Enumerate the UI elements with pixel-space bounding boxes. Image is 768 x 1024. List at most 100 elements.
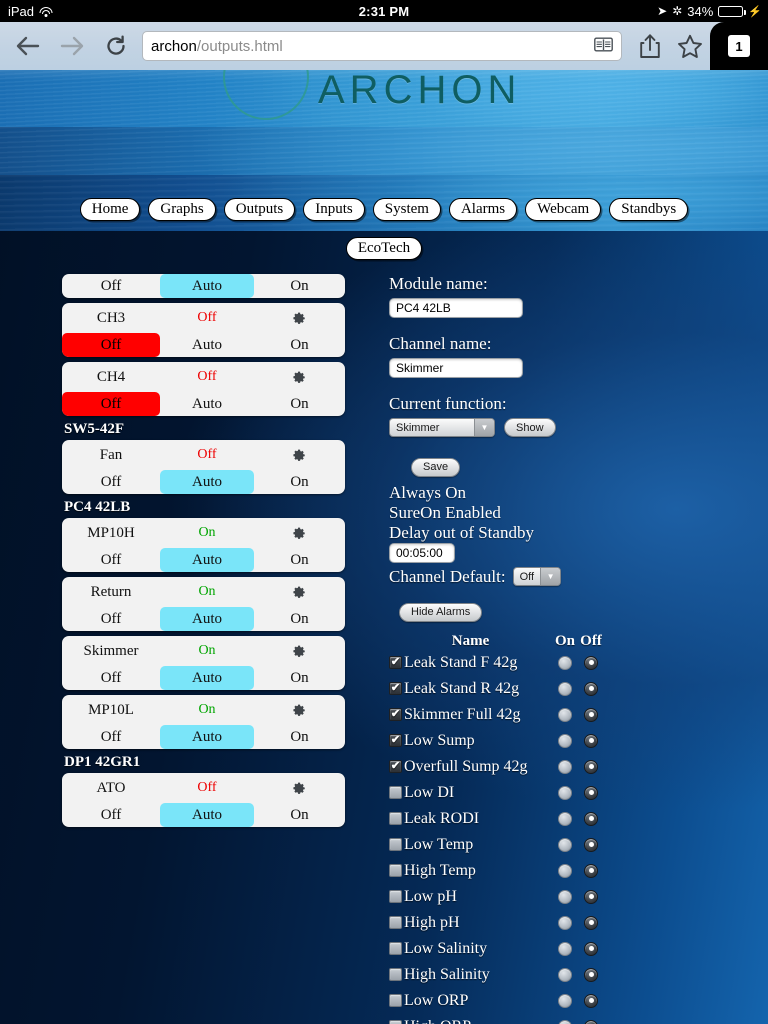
alarm-off-radio[interactable] bbox=[584, 1019, 598, 1024]
nav-graphs[interactable]: Graphs bbox=[148, 198, 216, 221]
channel-mode-on[interactable]: On bbox=[254, 470, 345, 494]
channel-settings-button[interactable] bbox=[254, 525, 345, 542]
alarm-off-radio[interactable] bbox=[584, 837, 598, 852]
alarm-on-radio[interactable] bbox=[558, 915, 572, 930]
alarm-on-radio[interactable] bbox=[558, 811, 572, 826]
alarm-off-radio[interactable] bbox=[584, 733, 598, 748]
share-button[interactable] bbox=[630, 24, 670, 68]
alarm-off-radio[interactable] bbox=[584, 863, 598, 878]
alarm-on-radio[interactable] bbox=[558, 863, 572, 878]
alarm-off-radio[interactable] bbox=[584, 655, 598, 670]
channel-settings-button[interactable] bbox=[254, 702, 345, 719]
alarm-enable-checkbox[interactable]: ✔ bbox=[389, 786, 402, 799]
alarm-off-radio[interactable] bbox=[584, 993, 598, 1008]
current-function-select[interactable]: Skimmer ▼ bbox=[389, 418, 495, 437]
alarm-off-radio[interactable] bbox=[584, 941, 598, 956]
alarm-enable-checkbox[interactable]: ✔ bbox=[389, 708, 402, 721]
nav-home[interactable]: Home bbox=[79, 198, 141, 221]
channel-mode-auto[interactable]: Auto bbox=[160, 666, 254, 690]
nav-alarms[interactable]: Alarms bbox=[448, 198, 518, 221]
alarm-on-radio[interactable] bbox=[558, 733, 572, 748]
nav-webcam[interactable]: Webcam bbox=[525, 198, 602, 221]
channel-default-select[interactable]: Off ▼ bbox=[512, 567, 562, 586]
channel-mode-auto[interactable]: Auto bbox=[160, 607, 254, 631]
alarm-on-radio[interactable] bbox=[558, 941, 572, 956]
channel-settings-button[interactable] bbox=[254, 780, 345, 797]
back-button[interactable] bbox=[6, 24, 50, 68]
alarm-off-radio[interactable] bbox=[584, 915, 598, 930]
alarm-enable-checkbox[interactable]: ✔ bbox=[389, 864, 402, 877]
nav-outputs[interactable]: Outputs bbox=[223, 198, 296, 221]
alarm-enable-checkbox[interactable]: ✔ bbox=[389, 994, 402, 1007]
url-input[interactable]: archon/outputs.html bbox=[142, 31, 622, 61]
module-name-input[interactable]: PC4 42LB bbox=[389, 298, 523, 318]
channel-mode-off[interactable]: Off bbox=[62, 548, 160, 572]
alarm-on-radio[interactable] bbox=[558, 993, 572, 1008]
nav-inputs[interactable]: Inputs bbox=[303, 198, 365, 221]
alarm-on-radio[interactable] bbox=[558, 707, 572, 722]
alarm-on-radio[interactable] bbox=[558, 967, 572, 982]
channel-settings-button[interactable] bbox=[254, 310, 345, 327]
channel-settings-button[interactable] bbox=[254, 643, 345, 660]
alarm-enable-checkbox[interactable]: ✔ bbox=[389, 656, 402, 669]
channel-mode-auto[interactable]: Auto bbox=[160, 548, 254, 572]
channel-mode-off[interactable]: Off bbox=[62, 803, 160, 827]
channel-settings-button[interactable] bbox=[254, 447, 345, 464]
channel-mode-off[interactable]: Off bbox=[62, 666, 160, 690]
alarm-enable-checkbox[interactable]: ✔ bbox=[389, 812, 402, 825]
alarm-off-radio[interactable] bbox=[584, 967, 598, 982]
save-button[interactable]: Save bbox=[411, 457, 461, 477]
channel-mode-on[interactable]: On bbox=[254, 548, 345, 572]
channel-mode-auto[interactable]: Auto bbox=[160, 725, 254, 749]
alarm-on-radio[interactable] bbox=[558, 759, 572, 774]
reader-view-icon[interactable] bbox=[594, 37, 613, 56]
alarm-off-radio[interactable] bbox=[584, 759, 598, 774]
channel-mode-on[interactable]: On bbox=[254, 392, 345, 416]
alarm-on-radio[interactable] bbox=[558, 655, 572, 670]
channel-mode-auto[interactable]: Auto bbox=[160, 274, 254, 298]
alarm-enable-checkbox[interactable]: ✔ bbox=[389, 916, 402, 929]
alarm-enable-checkbox[interactable]: ✔ bbox=[389, 968, 402, 981]
alarm-off-radio[interactable] bbox=[584, 889, 598, 904]
show-button[interactable]: Show bbox=[504, 418, 556, 437]
nav-ecotech[interactable]: EcoTech bbox=[345, 237, 423, 260]
channel-mode-off[interactable]: Off bbox=[62, 333, 160, 357]
channel-name-input[interactable]: Skimmer bbox=[389, 358, 523, 378]
channel-mode-off[interactable]: Off bbox=[62, 607, 160, 631]
channel-mode-auto[interactable]: Auto bbox=[160, 333, 254, 357]
channel-mode-auto[interactable]: Auto bbox=[160, 803, 254, 827]
channel-mode-off[interactable]: Off bbox=[62, 274, 160, 298]
channel-settings-button[interactable] bbox=[254, 369, 345, 386]
forward-button[interactable] bbox=[50, 24, 94, 68]
channel-mode-off[interactable]: Off bbox=[62, 725, 160, 749]
alarm-enable-checkbox[interactable]: ✔ bbox=[389, 838, 402, 851]
bookmark-button[interactable] bbox=[670, 24, 710, 68]
reload-button[interactable] bbox=[94, 24, 138, 68]
nav-standbys[interactable]: Standbys bbox=[609, 198, 689, 221]
channel-mode-auto[interactable]: Auto bbox=[160, 470, 254, 494]
alarm-on-radio[interactable] bbox=[558, 681, 572, 696]
channel-mode-on[interactable]: On bbox=[254, 666, 345, 690]
channel-mode-on[interactable]: On bbox=[254, 274, 345, 298]
alarm-on-radio[interactable] bbox=[558, 837, 572, 852]
channel-mode-on[interactable]: On bbox=[254, 725, 345, 749]
channel-mode-on[interactable]: On bbox=[254, 803, 345, 827]
nav-system[interactable]: System bbox=[372, 198, 441, 221]
channel-mode-off[interactable]: Off bbox=[62, 392, 160, 416]
alarm-enable-checkbox[interactable]: ✔ bbox=[389, 1020, 402, 1024]
channel-mode-auto[interactable]: Auto bbox=[160, 392, 254, 416]
channel-mode-on[interactable]: On bbox=[254, 333, 345, 357]
alarm-off-radio[interactable] bbox=[584, 707, 598, 722]
alarm-enable-checkbox[interactable]: ✔ bbox=[389, 760, 402, 773]
channel-mode-off[interactable]: Off bbox=[62, 470, 160, 494]
alarm-enable-checkbox[interactable]: ✔ bbox=[389, 942, 402, 955]
alarm-enable-checkbox[interactable]: ✔ bbox=[389, 682, 402, 695]
alarm-on-radio[interactable] bbox=[558, 785, 572, 800]
alarm-enable-checkbox[interactable]: ✔ bbox=[389, 734, 402, 747]
alarm-off-radio[interactable] bbox=[584, 811, 598, 826]
channel-mode-on[interactable]: On bbox=[254, 607, 345, 631]
delay-input[interactable]: 00:05:00 bbox=[389, 542, 455, 563]
alarm-off-radio[interactable] bbox=[584, 681, 598, 696]
tabs-button[interactable]: 1 bbox=[710, 22, 768, 70]
alarm-on-radio[interactable] bbox=[558, 889, 572, 904]
